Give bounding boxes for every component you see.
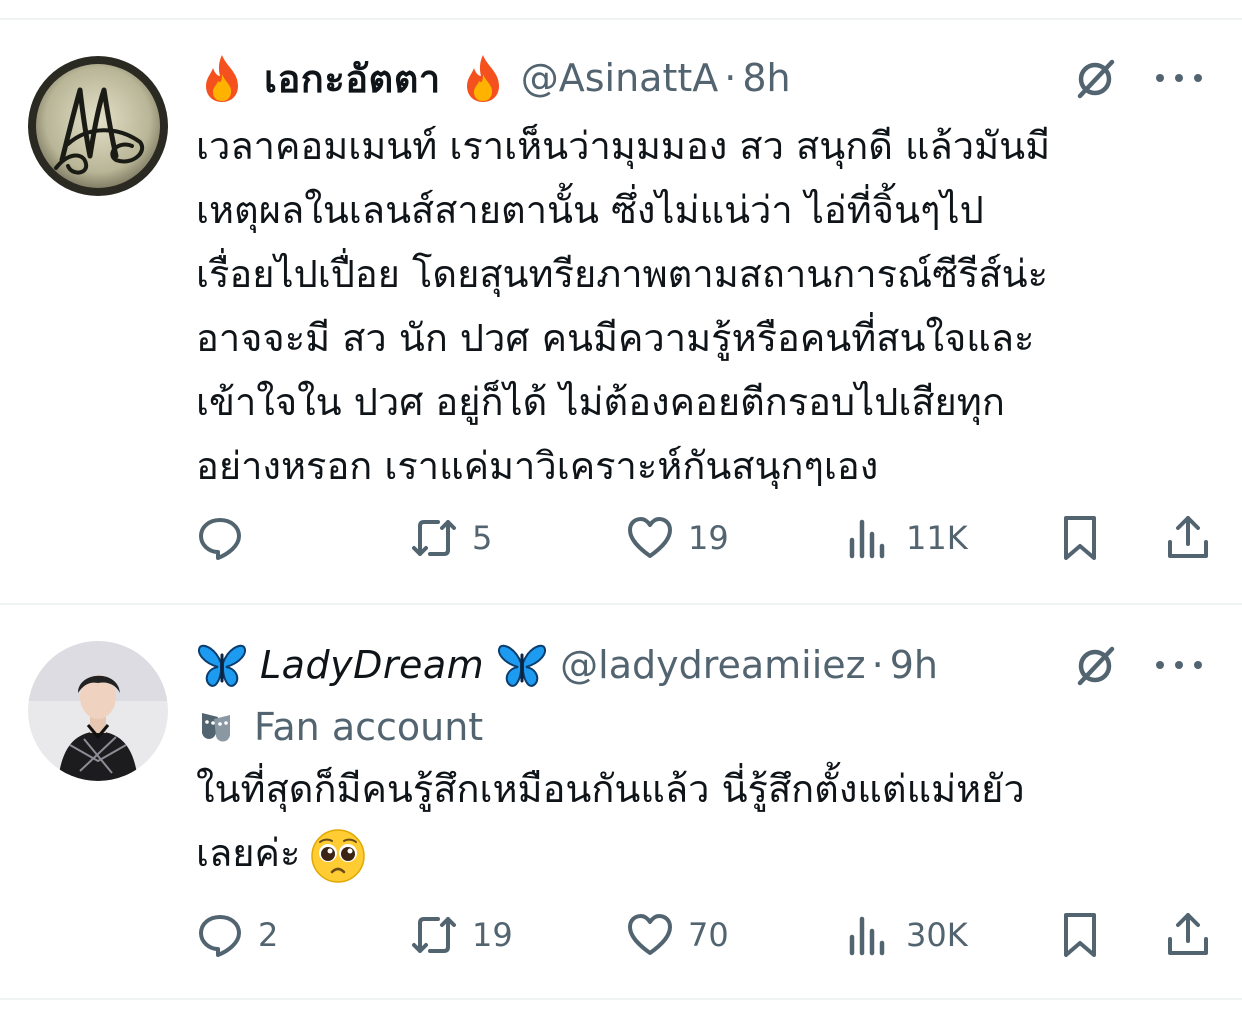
tweet-text: ในที่สุดก็มีคนรู้สึกเหมือนกันแล้ว นี่รู้… xyxy=(196,757,1206,885)
share-icon xyxy=(1168,913,1208,955)
handle[interactable]: @ladydreamiiez xyxy=(560,643,865,687)
like-count: 19 xyxy=(688,519,729,557)
reply-icon xyxy=(199,518,241,560)
tweet-2[interactable]: LadyDream @ladydreamiiez · 9h Fan accoun… xyxy=(0,605,1242,998)
label-text: Fan account xyxy=(254,705,484,749)
tweet-text-line: อย่างหรอก เราแค่มาวิเคราะห์กันสนุกๆเอง xyxy=(196,444,879,488)
reply-button[interactable] xyxy=(196,508,258,568)
fan-account-label: Fan account xyxy=(196,701,483,753)
display-name[interactable]: LadyDream xyxy=(260,643,484,687)
share-icon xyxy=(1168,516,1208,558)
tweet-text-line: เวลาคอมเมนท์ เราเห็นว่ามุมมอง สว สนุกดี … xyxy=(196,124,1051,168)
grok-icon[interactable] xyxy=(1072,54,1120,102)
bookmark-button[interactable] xyxy=(1056,905,1104,965)
bookmark-icon xyxy=(1064,913,1096,957)
handle[interactable]: @AsinattA xyxy=(521,56,719,100)
share-button[interactable] xyxy=(1164,508,1212,568)
reply-count: 2 xyxy=(258,916,279,954)
fire-emoji-icon xyxy=(206,55,238,102)
tweet-1[interactable]: เอกะอัตตา @AsinattA · 8h เวลาคอมเมนท์ เร… xyxy=(0,20,1242,603)
repost-count: 19 xyxy=(472,916,513,954)
repost-button[interactable]: 5 xyxy=(410,508,492,568)
avatar[interactable] xyxy=(28,641,168,781)
tweet-text-line: เลยค่ะ xyxy=(196,831,301,875)
repost-button[interactable]: 19 xyxy=(410,905,513,965)
separator-dot: · xyxy=(724,56,737,100)
butterfly-emoji-icon xyxy=(498,644,547,687)
views-button[interactable]: 30K xyxy=(844,905,968,965)
reply-button[interactable]: 2 xyxy=(196,905,278,965)
separator-dot: · xyxy=(871,643,884,687)
grok-icon[interactable] xyxy=(1072,641,1120,689)
heart-icon xyxy=(628,517,672,558)
timestamp[interactable]: 8h xyxy=(742,56,790,100)
views-count: 30K xyxy=(906,916,968,954)
tweet-header: LadyDream @ladydreamiiez · 9h xyxy=(196,637,1202,693)
bottom-divider xyxy=(0,998,1242,1000)
butterfly-emoji-icon xyxy=(198,644,246,687)
tweet-text-line: เรื่อยไปเปื่อย โดยสุนทรียภาพตามสถานการณ์… xyxy=(196,252,1049,296)
like-button[interactable]: 70 xyxy=(626,905,729,965)
bookmark-button[interactable] xyxy=(1056,508,1104,568)
views-icon xyxy=(849,916,885,956)
fire-emoji-icon xyxy=(466,55,499,102)
tweet-text: เวลาคอมเมนท์ เราเห็นว่ามุมมอง สว สนุกดี … xyxy=(196,114,1206,498)
like-count: 70 xyxy=(688,916,729,954)
tweet-text-line: เหตุผลในเลนส์สายตานั้น ซึ่งไม่แน่ว่า ไอ่… xyxy=(196,188,984,232)
avatar[interactable] xyxy=(28,56,168,196)
action-bar: 5 19 11K xyxy=(196,508,1212,568)
tweet-text-line: อาจจะมี สว นัก ปวศ คนมีความรู้หรือคนที่ส… xyxy=(196,316,1035,360)
heart-icon xyxy=(628,914,672,955)
like-button[interactable]: 19 xyxy=(626,508,729,568)
theater-masks-icon xyxy=(202,713,230,742)
repost-icon xyxy=(412,520,456,556)
more-icon[interactable] xyxy=(1156,658,1202,672)
more-icon[interactable] xyxy=(1156,71,1202,85)
action-bar: 2 19 70 30K xyxy=(196,905,1212,965)
display-name[interactable]: เอกะอัตตา xyxy=(264,48,441,109)
tweet-header: เอกะอัตตา @AsinattA · 8h xyxy=(196,50,1202,106)
views-count: 11K xyxy=(906,519,968,557)
repost-count: 5 xyxy=(472,519,493,557)
bookmark-icon xyxy=(1064,516,1096,560)
tweet-text-line-with-emoji: เลยค่ะ xyxy=(196,821,1206,885)
timestamp[interactable]: 9h xyxy=(890,643,938,687)
views-button[interactable]: 11K xyxy=(844,508,968,568)
tweet-text-line: ในที่สุดก็มีคนรู้สึกเหมือนกันแล้ว นี่รู้… xyxy=(196,767,1025,811)
share-button[interactable] xyxy=(1164,905,1212,965)
repost-icon xyxy=(412,917,456,953)
views-icon xyxy=(849,519,885,559)
tweet-text-line: เข้าใจใน ปวศ อยู่ก็ได้ ไม่ต้องคอยตีกรอบไ… xyxy=(196,380,1005,424)
reply-icon xyxy=(199,915,241,957)
pleading-face-emoji-icon xyxy=(311,828,366,883)
